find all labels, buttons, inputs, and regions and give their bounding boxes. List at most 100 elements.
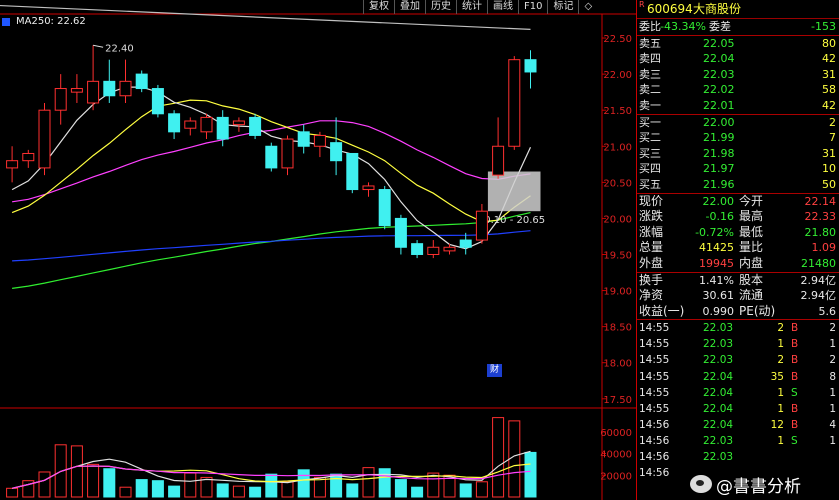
weibi-label: 委比 (639, 20, 661, 33)
stat-value: 30.61 (702, 289, 735, 303)
financial-event-tag[interactable]: 财 (487, 364, 502, 377)
watermark: @書書分析 (690, 470, 838, 498)
candle-up (200, 116, 213, 133)
quote-value: 21480 (801, 256, 836, 270)
bid-price: 21.98 (703, 146, 735, 160)
buy-row[interactable]: 买二 21.99 7 (637, 130, 839, 146)
trade-side: B (791, 370, 799, 383)
toolbar-mark-button[interactable]: 标记 (547, 0, 578, 14)
stat-row: 收益(一) 0.990 PE(动) 5.6 (637, 304, 839, 320)
price-tick-label: 19.00 (603, 287, 632, 298)
trade-row[interactable]: 14:55 22.04 35 B 8 (637, 369, 839, 385)
candle-down (216, 116, 229, 140)
toolbar-stats-button[interactable]: 统计 (456, 0, 487, 14)
r-marker: R (639, 0, 645, 9)
volume-tick-label: 20000 (600, 471, 632, 482)
candle-up (6, 160, 19, 169)
trade-row[interactable]: 14:55 22.03 1 B 1 (637, 336, 839, 352)
ask-volume: 80 (822, 36, 836, 50)
quote-value: 19945 (699, 256, 734, 270)
sell-row[interactable]: 卖三 22.03 31 (637, 67, 839, 83)
volume-bar (103, 468, 116, 498)
candle-up (119, 80, 132, 97)
buy-row[interactable]: 买四 21.97 10 (637, 161, 839, 177)
sell-row[interactable]: 卖五 22.05 80 (637, 36, 839, 52)
volume-bar (6, 487, 19, 498)
quote-value: 41425 (699, 241, 734, 255)
candle-down (265, 145, 278, 169)
buy-row[interactable]: 买一 22.00 2 (637, 115, 839, 131)
quote-value: 1.09 (811, 241, 837, 255)
volume-bar (475, 481, 488, 498)
candle-up (184, 120, 197, 129)
trade-list[interactable]: 14:55 22.03 2 B 2 14:55 22.03 1 B 1 14:55 22.03 2 B 2 1… (637, 319, 839, 481)
candle-up (313, 134, 326, 147)
trade-time: 14:55 (639, 386, 670, 399)
chart-canvas[interactable]: 22.50 22.00 21.50 21.00 20.50 20.00 19.50 19.00… (0, 0, 636, 500)
sell-row[interactable]: 卖一 22.01 42 (637, 98, 839, 114)
candle-up (70, 88, 83, 93)
trade-price: 22.03 (703, 451, 734, 464)
toolbar-history-button[interactable]: 历史 (425, 0, 456, 14)
volume-bar (411, 486, 424, 498)
bid-price: 21.99 (703, 131, 735, 145)
trade-volume: 1 (777, 386, 784, 399)
trade-row[interactable]: 14:56 22.03 (637, 449, 839, 465)
volume-bar (87, 463, 100, 498)
trade-side: B (791, 338, 799, 351)
buy-row[interactable]: 买五 21.96 50 (637, 177, 839, 193)
trade-price: 22.04 (703, 370, 734, 383)
sell-row[interactable]: 卖二 22.02 58 (637, 82, 839, 98)
trade-side: B (791, 402, 799, 415)
stat-label: 流通 (739, 288, 764, 303)
candle-up (492, 145, 505, 176)
trade-volume: 35 (770, 370, 784, 383)
volume-bar (151, 480, 164, 498)
quote-label: 量比 (739, 240, 764, 255)
trade-row[interactable]: 14:56 22.03 1 S 1 (637, 433, 839, 449)
toolbar-fuquan-button[interactable]: 复权 (363, 0, 394, 14)
sell-row[interactable]: 卖四 22.04 42 (637, 51, 839, 67)
price-tick-label: 20.00 (603, 214, 632, 225)
price-tick-label: 22.50 (603, 34, 632, 45)
trade-volume: 1 (777, 402, 784, 415)
candle-down (330, 142, 343, 162)
trade-side: B (791, 354, 799, 367)
volume-bar (38, 471, 51, 498)
stat-label: 收益(一) (639, 303, 685, 318)
price-tick-label: 21.00 (603, 142, 632, 153)
trade-row[interactable]: 14:55 22.04 1 B 1 (637, 401, 839, 417)
trade-row[interactable]: 14:55 22.03 2 B 2 (637, 352, 839, 368)
candle-up (232, 120, 245, 126)
trade-row[interactable]: 14:55 22.03 2 B 2 (637, 320, 839, 336)
toolbar-f10-button[interactable]: F10 (518, 0, 547, 14)
candle-up (87, 80, 100, 104)
trade-row[interactable]: 14:55 22.04 1 S 1 (637, 385, 839, 401)
candle-up (54, 88, 67, 111)
quote-label: 最高 (739, 209, 764, 224)
quote-row: 现价 22.00 今开 22.14 (637, 194, 839, 210)
stat-value: 0.990 (702, 304, 735, 318)
buy-row[interactable]: 买三 21.98 31 (637, 146, 839, 162)
ask-price: 22.01 (703, 98, 735, 112)
weicha-label: 委差 (709, 20, 731, 33)
candle-down (411, 243, 424, 255)
kline-chart[interactable]: 22.50 22.00 21.50 21.00 20.50 20.00 19.50 19.00… (0, 0, 636, 500)
weicha-value: -153 (811, 20, 836, 33)
volume-bar (265, 473, 278, 498)
price-tick-label: 18.50 (603, 323, 632, 334)
volume-bar (119, 486, 132, 498)
bid-price: 22.00 (703, 115, 735, 129)
trade-side: B (791, 322, 799, 335)
toolbar-overlay-button[interactable]: 叠加 (394, 0, 425, 14)
trade-price: 22.04 (703, 402, 734, 415)
trade-row[interactable]: 14:56 22.04 12 B 4 (637, 417, 839, 433)
stat-block: 换手 1.41% 股本 2.94亿 净资 30.61 流通 2.94亿 收益(一) 0.990 PE… (637, 271, 839, 320)
toolbar-draw-button[interactable]: 画线 (487, 0, 518, 14)
toolbar-diamond-icon[interactable]: ◇ (578, 0, 597, 14)
stat-label: PE(动) (739, 303, 776, 318)
ask-price: 22.03 (703, 67, 735, 81)
trade-price: 22.03 (703, 434, 734, 447)
price-tick-label: 20.50 (603, 178, 632, 189)
trade-price: 22.04 (703, 418, 734, 431)
